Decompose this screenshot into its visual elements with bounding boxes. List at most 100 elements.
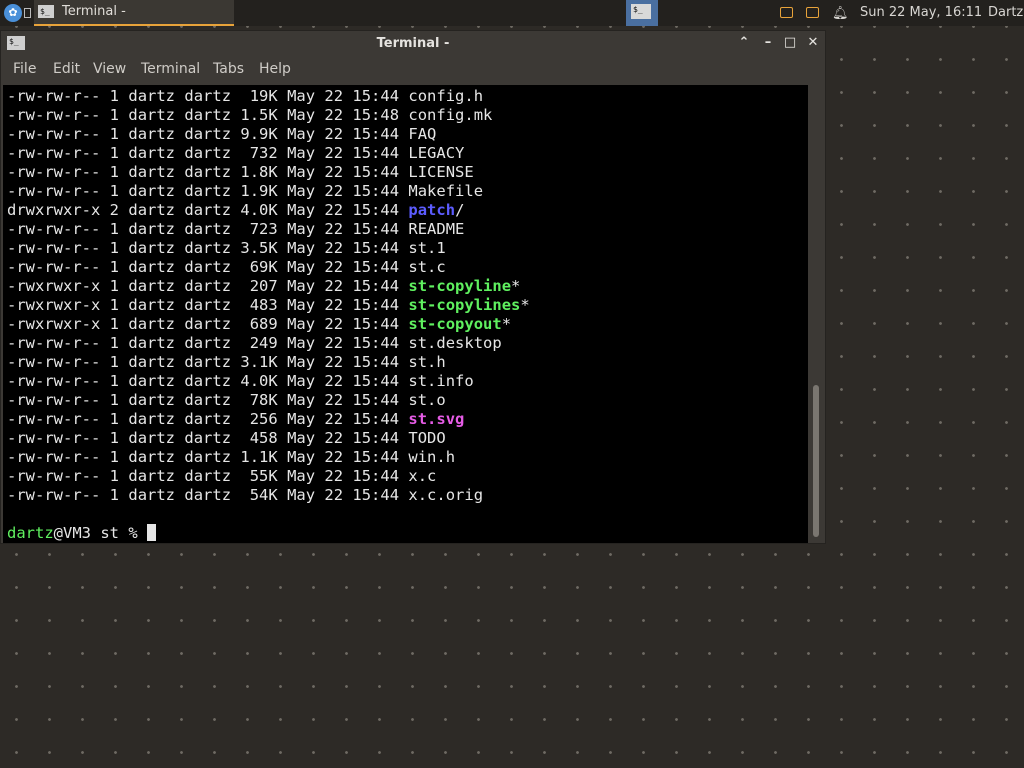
file-links: 1 bbox=[109, 353, 120, 371]
file-size: 9.9K bbox=[240, 125, 278, 143]
listing-row: -rw-rw-r-- 1 dartz dartz 69K May 22 15:4… bbox=[7, 258, 530, 277]
file-date: May 22 15:44 bbox=[287, 391, 400, 409]
file-group: dartz bbox=[184, 486, 232, 504]
menu-edit[interactable]: Edit bbox=[53, 61, 80, 77]
listing-row: -rw-rw-r-- 1 dartz dartz 3.1K May 22 15:… bbox=[7, 353, 530, 372]
file-name: README bbox=[408, 220, 465, 238]
file-name: TODO bbox=[408, 429, 446, 447]
file-links: 1 bbox=[109, 296, 120, 314]
terminal-icon: $_ bbox=[38, 5, 54, 18]
file-date: May 22 15:44 bbox=[287, 201, 400, 219]
file-size: 1.8K bbox=[240, 163, 278, 181]
file-date: May 22 15:44 bbox=[287, 334, 400, 352]
file-name: LICENSE bbox=[408, 163, 474, 181]
terminal-output[interactable]: -rw-rw-r-- 1 dartz dartz 19K May 22 15:4… bbox=[3, 85, 808, 543]
scrollbar[interactable] bbox=[810, 85, 822, 543]
file-links: 1 bbox=[109, 163, 120, 181]
file-size: 1.9K bbox=[240, 182, 278, 200]
file-permissions: -rw-rw-r-- bbox=[7, 467, 101, 485]
file-name: st.1 bbox=[408, 239, 446, 257]
window-titlebar[interactable]: $_ Terminal - ⌃ – □ ✕ bbox=[1, 31, 825, 57]
file-links: 1 bbox=[109, 448, 120, 466]
file-permissions: -rw-rw-r-- bbox=[7, 334, 101, 352]
listing-row: -rw-rw-r-- 1 dartz dartz 9.9K May 22 15:… bbox=[7, 125, 530, 144]
menu-tabs[interactable]: Tabs bbox=[213, 61, 244, 77]
quick-launch-terminal-icon[interactable] bbox=[24, 8, 31, 18]
menu-help[interactable]: Help bbox=[259, 61, 291, 77]
file-group: dartz bbox=[184, 163, 232, 181]
top-panel: ✿ $_ Terminal - $_ 🔔︎ Sun 22 May, 16:11 … bbox=[0, 0, 1024, 26]
file-name: st-copylines bbox=[408, 296, 521, 314]
file-permissions: -rw-rw-r-- bbox=[7, 258, 101, 276]
listing-row: -rw-rw-r-- 1 dartz dartz 54K May 22 15:4… bbox=[7, 486, 530, 505]
file-date: May 22 15:44 bbox=[287, 315, 400, 333]
file-owner: dartz bbox=[128, 239, 176, 257]
file-links: 1 bbox=[109, 182, 120, 200]
file-size: 4.0K bbox=[240, 201, 278, 219]
file-date: May 22 15:44 bbox=[287, 277, 400, 295]
file-name: st-copyline bbox=[408, 277, 512, 295]
listing-row: -rw-rw-r-- 1 dartz dartz 4.0K May 22 15:… bbox=[7, 372, 530, 391]
file-links: 1 bbox=[109, 220, 120, 238]
file-group: dartz bbox=[184, 353, 232, 371]
user-name[interactable]: Dartz bbox=[988, 5, 1023, 20]
clock[interactable]: Sun 22 May, 16:11 bbox=[860, 5, 982, 20]
file-name: st.c bbox=[408, 258, 446, 276]
listing-row: -rw-rw-r-- 1 dartz dartz 732 May 22 15:4… bbox=[7, 144, 530, 163]
distro-menu-icon[interactable]: ✿ bbox=[4, 4, 22, 22]
listing-row: -rw-rw-r-- 1 dartz dartz 256 May 22 15:4… bbox=[7, 410, 530, 429]
menu-terminal[interactable]: Terminal bbox=[141, 61, 200, 77]
file-owner: dartz bbox=[128, 201, 176, 219]
file-name: config.h bbox=[408, 87, 484, 105]
file-name: st.o bbox=[408, 391, 446, 409]
file-links: 1 bbox=[109, 144, 120, 162]
file-links: 1 bbox=[109, 258, 120, 276]
taskbar-item-terminal[interactable]: $_ Terminal - bbox=[34, 0, 234, 26]
file-owner: dartz bbox=[128, 410, 176, 428]
maximize-button[interactable]: □ bbox=[781, 34, 799, 52]
launcher-terminal-button[interactable]: $_ bbox=[626, 0, 658, 26]
file-group: dartz bbox=[184, 258, 232, 276]
file-group: dartz bbox=[184, 372, 232, 390]
file-links: 1 bbox=[109, 486, 120, 504]
file-type-suffix: * bbox=[511, 277, 521, 295]
file-name: st-copyout bbox=[408, 315, 502, 333]
terminal-icon: $_ bbox=[631, 4, 651, 19]
minimize-button[interactable]: – bbox=[759, 34, 777, 52]
chevron-up-icon[interactable]: ⌃ bbox=[735, 34, 753, 52]
file-links: 1 bbox=[109, 125, 120, 143]
close-button[interactable]: ✕ bbox=[804, 34, 822, 52]
file-date: May 22 15:44 bbox=[287, 429, 400, 447]
file-type-suffix: * bbox=[520, 296, 530, 314]
file-group: dartz bbox=[184, 125, 232, 143]
shell-prompt[interactable]: dartz@VM3 st % bbox=[7, 524, 530, 543]
bell-icon[interactable]: 🔔︎ bbox=[832, 6, 849, 21]
file-name: st.info bbox=[408, 372, 474, 390]
file-permissions: -rw-rw-r-- bbox=[7, 448, 101, 466]
file-date: May 22 15:44 bbox=[287, 163, 400, 181]
file-name: LEGACY bbox=[408, 144, 465, 162]
file-owner: dartz bbox=[128, 334, 176, 352]
file-owner: dartz bbox=[128, 258, 176, 276]
file-permissions: -rw-rw-r-- bbox=[7, 125, 101, 143]
file-size: 689 bbox=[240, 315, 278, 333]
listing-output: -rw-rw-r-- 1 dartz dartz 19K May 22 15:4… bbox=[7, 87, 530, 543]
file-date: May 22 15:44 bbox=[287, 182, 400, 200]
notification-icon[interactable] bbox=[780, 7, 793, 18]
file-links: 1 bbox=[109, 391, 120, 409]
file-size: 483 bbox=[240, 296, 278, 314]
file-permissions: -rw-rw-r-- bbox=[7, 163, 101, 181]
file-owner: dartz bbox=[128, 467, 176, 485]
menu-file[interactable]: File bbox=[13, 61, 36, 77]
file-permissions: -rw-rw-r-- bbox=[7, 239, 101, 257]
file-size: 249 bbox=[240, 334, 278, 352]
menu-view[interactable]: View bbox=[93, 61, 126, 77]
file-owner: dartz bbox=[128, 277, 176, 295]
notification-icon[interactable] bbox=[806, 7, 819, 18]
listing-row: -rw-rw-r-- 1 dartz dartz 1.5K May 22 15:… bbox=[7, 106, 530, 125]
file-name: patch bbox=[408, 201, 456, 219]
file-permissions: -rw-rw-r-- bbox=[7, 391, 101, 409]
scrollbar-thumb[interactable] bbox=[813, 385, 819, 537]
listing-row: -rw-rw-r-- 1 dartz dartz 1.1K May 22 15:… bbox=[7, 448, 530, 467]
file-name: Makefile bbox=[408, 182, 484, 200]
